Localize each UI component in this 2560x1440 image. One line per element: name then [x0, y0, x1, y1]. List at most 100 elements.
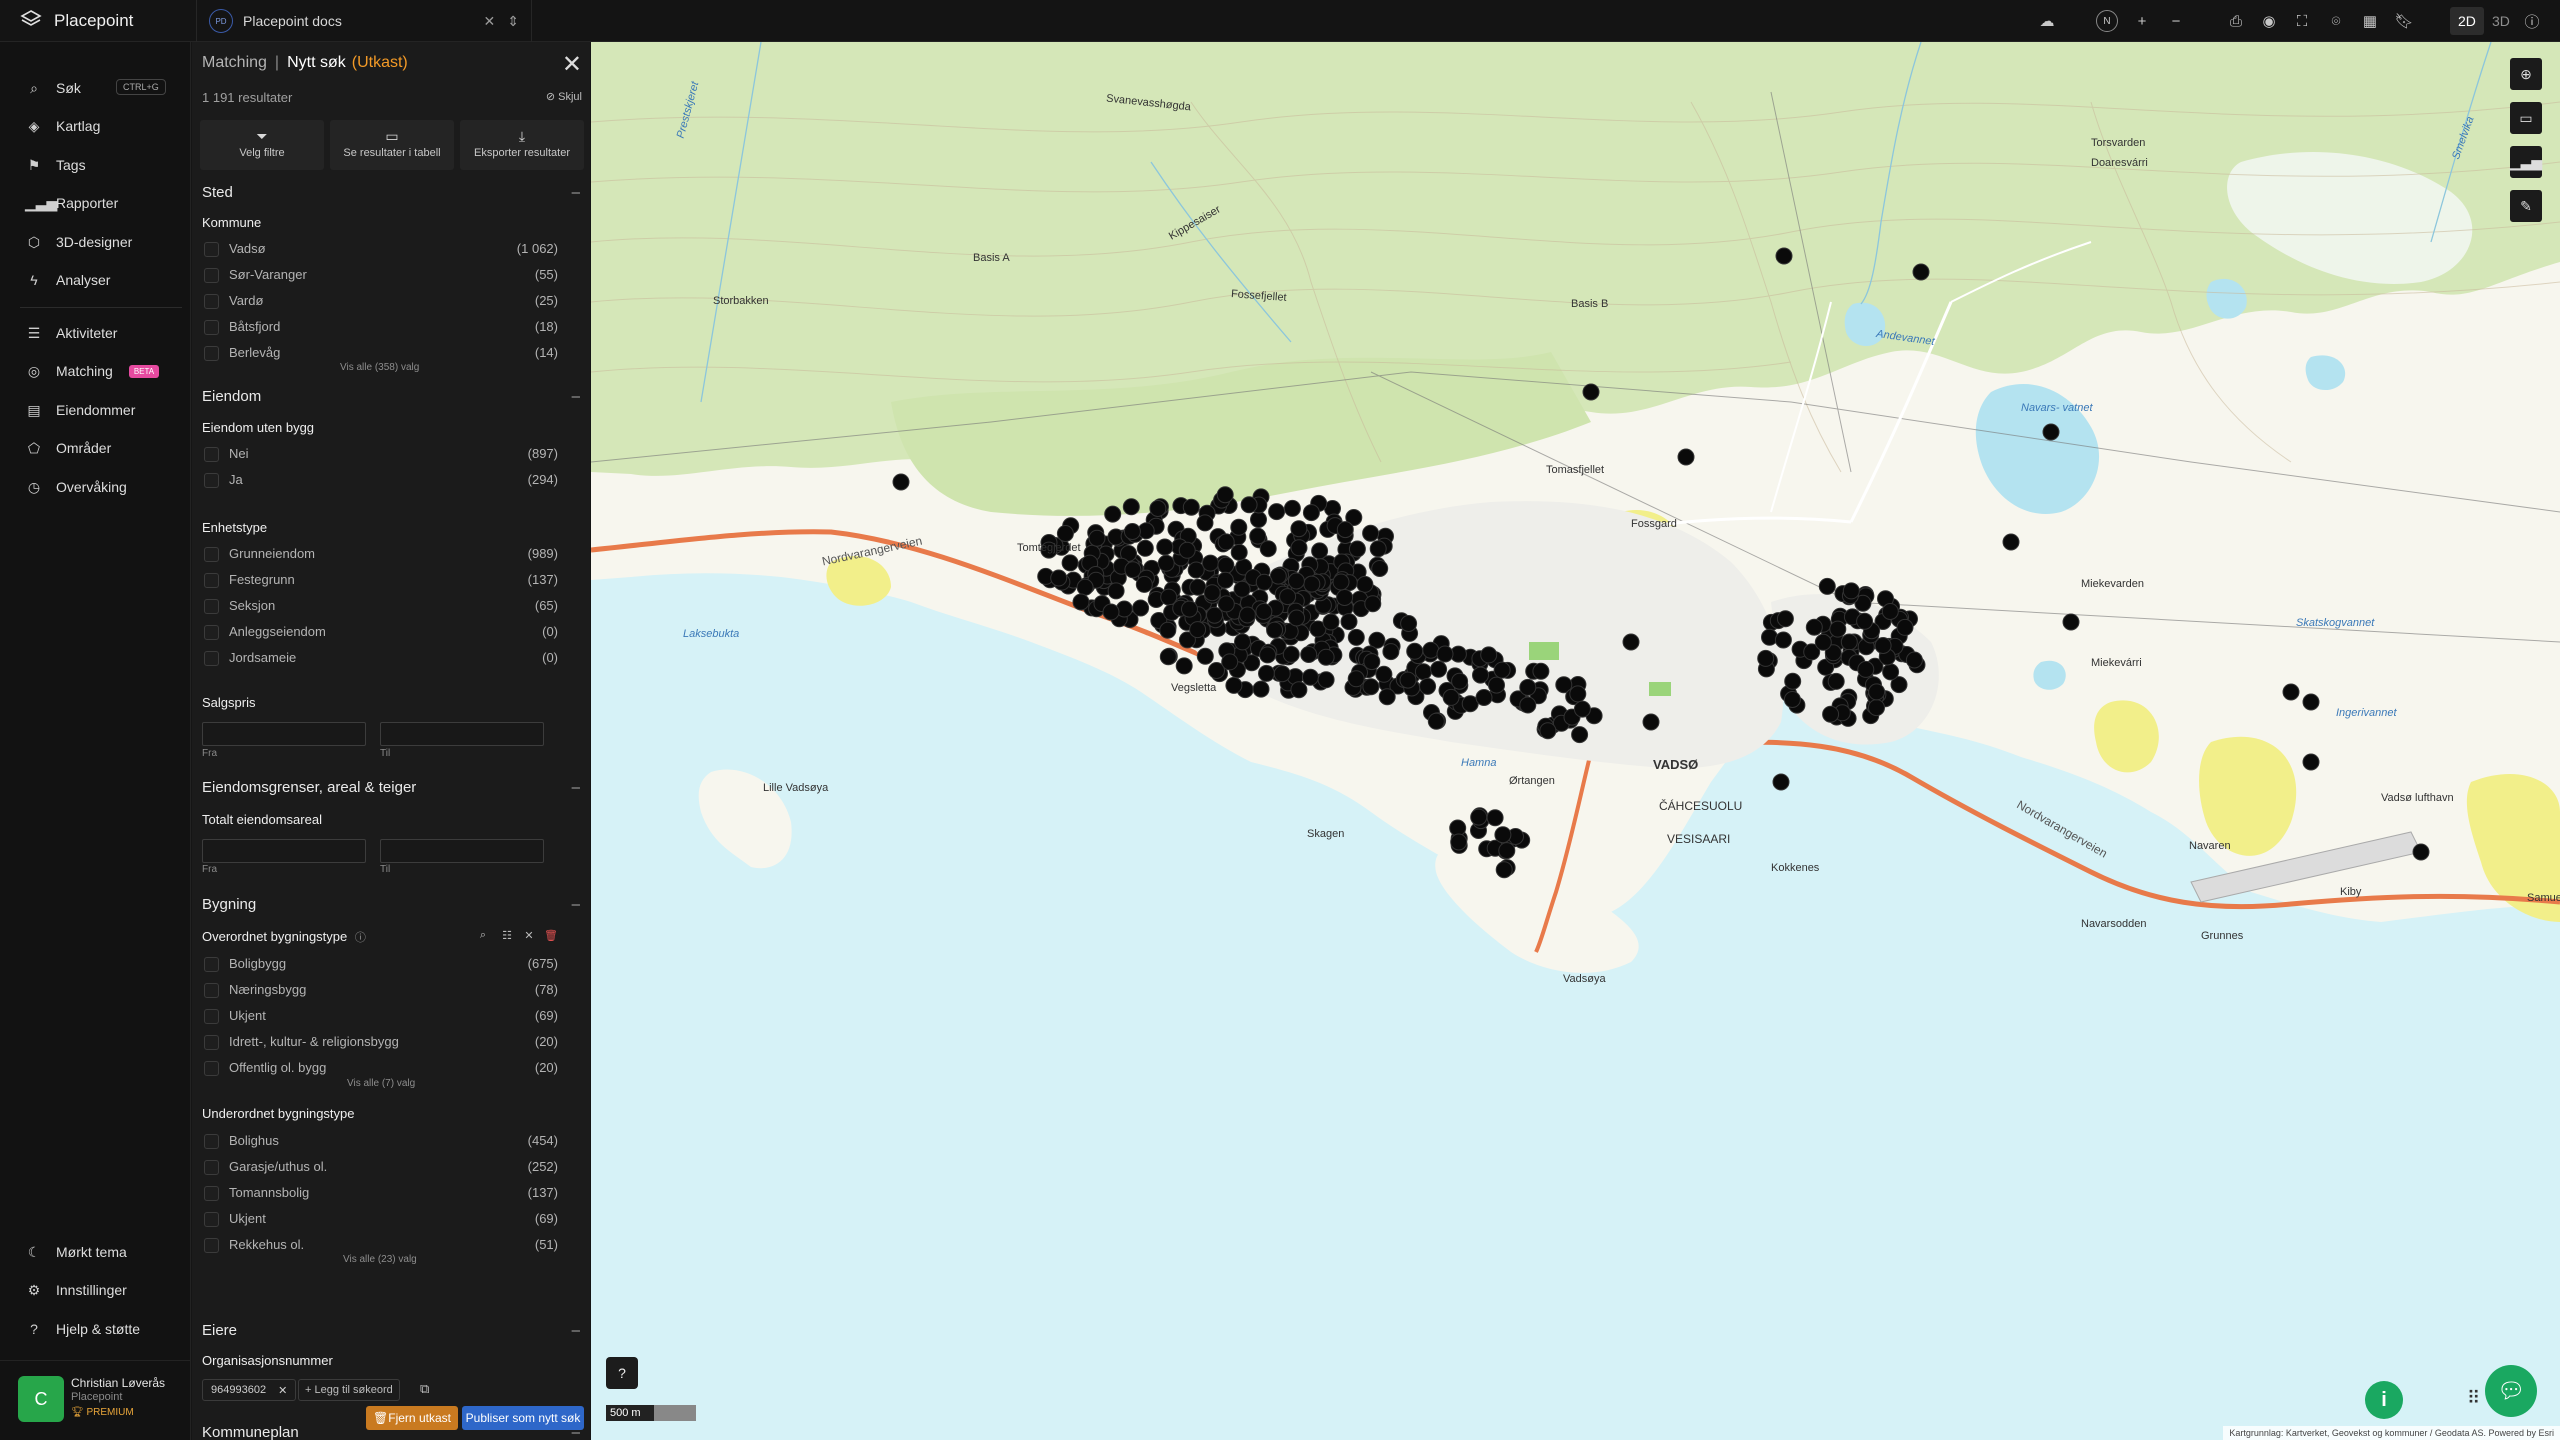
property-marker[interactable] [1427, 712, 1445, 730]
drag-grip-icon[interactable]: ⠿ [2467, 1388, 2480, 1409]
checkbox[interactable] [204, 1009, 219, 1024]
property-marker[interactable] [1362, 678, 1380, 696]
close-icon[interactable]: ✕ [484, 13, 496, 30]
property-marker[interactable] [2282, 683, 2300, 701]
property-marker[interactable] [1290, 681, 1308, 699]
property-marker[interactable] [1050, 569, 1068, 587]
info-icon[interactable]: ⓘ [2520, 9, 2544, 33]
checkbox-row[interactable]: Ukjent (69) [202, 1006, 562, 1028]
property-marker[interactable] [1488, 676, 1505, 694]
property-marker[interactable] [1189, 578, 1207, 596]
hide-button[interactable]: ⊘ Skjul [546, 90, 582, 103]
property-marker[interactable] [1761, 628, 1778, 646]
property-marker[interactable] [1451, 672, 1469, 690]
help-icon[interactable]: ? [606, 1357, 638, 1389]
checkbox-row[interactable]: Boligbygg (675) [202, 954, 562, 976]
property-marker[interactable] [1436, 645, 1454, 663]
property-marker[interactable] [1322, 613, 1340, 631]
checkbox-row[interactable]: Båtsfjord (18) [202, 317, 562, 339]
property-marker[interactable] [1375, 665, 1393, 683]
property-marker[interactable] [1279, 588, 1297, 606]
search-icon[interactable]: ⌕ [474, 929, 492, 947]
nav-item-help[interactable]: ? Hjelp & støtte [0, 1314, 191, 1344]
property-marker[interactable] [1400, 615, 1418, 632]
section-eiere[interactable]: Eiere – [202, 1322, 580, 1339]
property-marker[interactable] [1136, 539, 1154, 557]
property-marker[interactable] [1076, 578, 1094, 596]
property-marker[interactable] [1868, 699, 1885, 717]
property-marker[interactable] [1362, 524, 1380, 542]
property-marker[interactable] [1539, 722, 1557, 740]
checkbox[interactable] [204, 573, 219, 588]
property-marker[interactable] [1348, 540, 1366, 558]
property-marker[interactable] [1442, 688, 1460, 706]
checkbox[interactable] [204, 1160, 219, 1175]
trash-icon[interactable]: 🗑︎ [542, 929, 560, 947]
property-marker[interactable] [1519, 696, 1537, 714]
property-marker[interactable] [1156, 538, 1174, 556]
publish-button[interactable]: Publiser som nytt søk [462, 1406, 584, 1430]
print-icon[interactable]: ⎙ [2224, 9, 2248, 33]
property-marker[interactable] [1283, 499, 1301, 517]
property-marker[interactable] [1203, 584, 1221, 602]
property-marker[interactable] [1774, 631, 1792, 649]
property-marker[interactable] [1896, 618, 1914, 636]
property-marker[interactable] [1783, 691, 1801, 708]
camera-icon[interactable]: ⌾ [2324, 9, 2348, 33]
checkbox[interactable] [204, 599, 219, 614]
property-marker[interactable] [1104, 505, 1122, 523]
chat-icon[interactable]: 💬︎ [2485, 1365, 2537, 1417]
property-marker[interactable] [1217, 533, 1235, 551]
checkbox[interactable] [204, 473, 219, 488]
property-marker[interactable] [1290, 520, 1308, 538]
property-marker[interactable] [1122, 498, 1140, 516]
property-marker[interactable] [1332, 573, 1350, 591]
property-marker[interactable] [1240, 496, 1258, 514]
property-marker[interactable] [1217, 556, 1235, 574]
property-marker[interactable] [1378, 688, 1396, 706]
property-marker[interactable] [2042, 423, 2060, 441]
export-results-button[interactable]: ⤓ Eksporter resultater [460, 120, 584, 170]
section-eiendomsgrenser[interactable]: Eiendomsgrenser, areal & teiger – [202, 779, 580, 796]
property-marker[interactable] [1182, 498, 1200, 516]
property-marker[interactable] [1868, 683, 1886, 701]
section-eiendom[interactable]: Eiendom – [202, 388, 580, 405]
property-marker[interactable] [1371, 560, 1389, 577]
property-marker[interactable] [1216, 571, 1234, 589]
property-marker[interactable] [1088, 529, 1106, 547]
zoom-out-icon[interactable]: − [2164, 9, 2188, 33]
property-marker[interactable] [1406, 642, 1424, 660]
checkbox[interactable] [204, 1212, 219, 1227]
property-marker[interactable] [1480, 646, 1498, 664]
mode-2d-button[interactable]: 2D [2450, 7, 2484, 35]
property-marker[interactable] [1302, 504, 1320, 522]
property-marker[interactable] [1230, 518, 1248, 536]
property-marker[interactable] [1159, 621, 1177, 639]
checkbox[interactable] [204, 1238, 219, 1253]
collapse-icon[interactable]: – [572, 1322, 580, 1339]
nav-item-overvaking[interactable]: ◷ Overvåking [0, 472, 191, 502]
property-marker[interactable] [1175, 657, 1193, 675]
nav-item-3d-designer[interactable]: ⬡ 3D-designer [0, 227, 191, 257]
checkbox[interactable] [204, 346, 219, 361]
bookmark-icon[interactable]: 🔖︎ [2392, 9, 2416, 33]
property-marker[interactable] [1230, 543, 1248, 561]
locate-icon[interactable]: ⊕ [2510, 58, 2542, 90]
list-icon[interactable]: ☷ [498, 929, 516, 947]
property-marker[interactable] [1571, 726, 1589, 744]
property-marker[interactable] [1252, 680, 1270, 698]
property-marker[interactable] [1364, 595, 1382, 613]
property-marker[interactable] [1255, 603, 1273, 620]
checkbox-row[interactable]: Sør-Varanger (55) [202, 265, 562, 287]
property-marker[interactable] [1268, 503, 1286, 521]
user-card[interactable]: C Christian Løverås Placepoint 🏆︎ PREMIU… [0, 1360, 191, 1440]
property-marker[interactable] [1677, 448, 1695, 466]
property-marker[interactable] [1290, 539, 1308, 557]
section-sted[interactable]: Sted – [202, 184, 580, 201]
collapse-icon[interactable]: – [572, 184, 580, 201]
property-marker[interactable] [1102, 603, 1120, 621]
property-marker[interactable] [1181, 600, 1198, 618]
checkbox[interactable] [204, 1186, 219, 1201]
grid-icon[interactable]: ▦ [2358, 9, 2382, 33]
property-marker[interactable] [1486, 809, 1504, 827]
